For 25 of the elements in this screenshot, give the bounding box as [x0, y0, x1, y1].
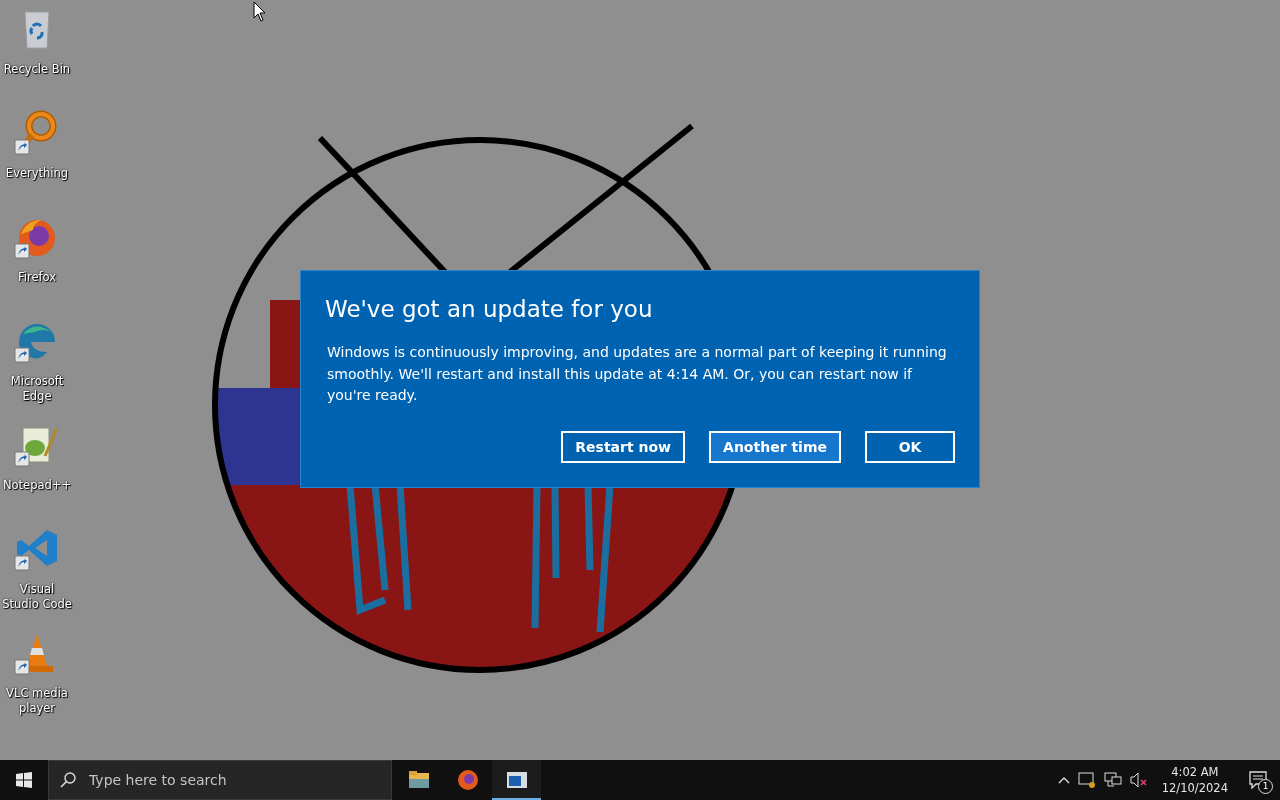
dialog-button[interactable]: OK [865, 431, 955, 463]
mouse-pointer-icon [253, 1, 266, 22]
taskbar-app-button[interactable] [492, 760, 541, 800]
dialog-message: Windows is continuously improving, and updates are a normal part of keeping it running smoothly. We'll restart and install this update at 4:14 AM. Or, you can restart now if you're ready. [327, 343, 948, 405]
search-icon [60, 772, 76, 788]
chevron-up-icon[interactable] [1057, 776, 1070, 784]
notifications-button[interactable]: 1 [1236, 760, 1280, 800]
speaker-muted-icon[interactable] [1129, 772, 1148, 788]
desktop-icon[interactable]: Microsoft Edge [0, 316, 74, 420]
monitor-icon[interactable] [1077, 772, 1096, 788]
message-icon [1248, 770, 1268, 790]
network-icon[interactable] [1103, 772, 1122, 788]
search-field[interactable]: Type here to search [48, 760, 392, 800]
clock[interactable]: 4:02 AM 12/10/2024 [1161, 764, 1228, 796]
desktop-icon[interactable]: VLC media player [0, 628, 74, 732]
start-button[interactable] [16, 772, 32, 788]
dialog-button[interactable]: Restart now [561, 431, 686, 463]
dialog-title: We've got an update for you [325, 295, 654, 324]
desktop-icon[interactable]: Firefox [0, 212, 74, 316]
desktop-icon[interactable]: Notepad++ [0, 420, 74, 524]
desktop-icon[interactable]: Recycle Bin [0, 4, 74, 108]
dialog-button[interactable]: Another time [709, 431, 841, 463]
desktop-icon[interactable]: Visual Studio Code [0, 524, 74, 628]
desktop-icon[interactable]: Everything [0, 108, 74, 212]
notification-count: 1 [1258, 779, 1273, 794]
